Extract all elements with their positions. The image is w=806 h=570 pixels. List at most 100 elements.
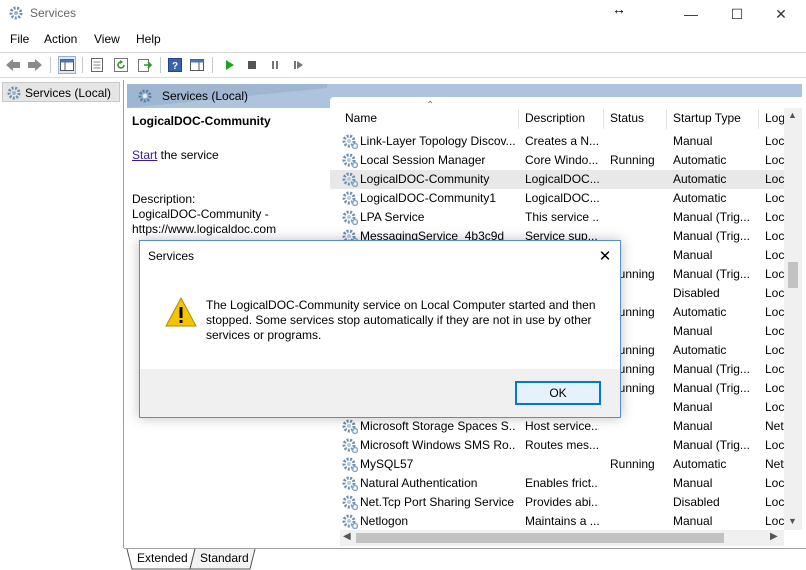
- cell-description: Enables frict...: [525, 476, 599, 490]
- table-row[interactable]: Netlogon Maintains a ... Manual Loc: [330, 512, 786, 531]
- cell-log-on-as: Loc: [765, 381, 785, 395]
- dialog-title: Services: [148, 249, 195, 263]
- vertical-scroll-thumb[interactable]: [788, 262, 798, 288]
- cell-startup-type: Manual: [673, 400, 713, 414]
- maximize-button[interactable]: ☐: [714, 0, 760, 28]
- column-headers: ⌃ Name Description Status Startup Type L…: [330, 100, 802, 129]
- tree-item-label: Services (Local): [25, 86, 112, 100]
- cell-name: Net.Tcp Port Sharing Service: [360, 495, 515, 509]
- col-header-name[interactable]: Name: [345, 111, 377, 125]
- console-tree: Services (Local): [0, 80, 124, 548]
- service-gear-icon: [342, 476, 358, 491]
- services-gear-icon: [9, 6, 23, 20]
- toolbar: ?: [0, 52, 806, 78]
- service-gear-icon: [342, 172, 358, 187]
- start-service-link[interactable]: Start: [132, 148, 157, 162]
- tab-standard[interactable]: Standard: [192, 550, 257, 568]
- cell-description: This service ...: [525, 210, 599, 224]
- close-button[interactable]: ✕: [758, 0, 804, 28]
- table-row[interactable]: Net.Tcp Port Sharing Service Provides abi…: [330, 493, 786, 512]
- cell-startup-type: Manual (Trig...: [673, 267, 750, 281]
- resize-cursor-icon: ↔: [612, 1, 626, 17]
- cell-name: Microsoft Storage Spaces S...: [360, 419, 515, 433]
- table-row[interactable]: Microsoft Storage Spaces S... Host servic…: [330, 417, 786, 436]
- cell-log-on-as: Loc: [765, 495, 785, 509]
- cell-status: Running: [610, 457, 655, 471]
- tab-extended[interactable]: Extended: [129, 550, 196, 568]
- cell-startup-type: Manual: [673, 419, 713, 433]
- scroll-up-icon[interactable]: ▲: [788, 110, 797, 120]
- dialog-message: The LogicalDOC-Community service on Loca…: [206, 298, 596, 342]
- forward-arrow-icon[interactable]: [26, 56, 44, 74]
- menu-help[interactable]: Help: [136, 32, 161, 46]
- description-text: LogicalDOC-Community - https://www.logic…: [132, 207, 277, 236]
- col-header-status[interactable]: Status: [610, 111, 644, 125]
- export-list-icon[interactable]: [136, 56, 154, 74]
- table-row[interactable]: LPA Service This service ... Manual (Trig.…: [330, 208, 786, 227]
- table-row[interactable]: LogicalDOC-Community LogicalDOC... Automat…: [330, 170, 786, 189]
- scroll-right-icon[interactable]: ▶: [770, 531, 778, 542]
- scroll-down-icon[interactable]: ▼: [788, 516, 797, 526]
- col-header-log-on-as[interactable]: Log: [765, 111, 785, 125]
- cell-startup-type: Manual (Trig...: [673, 210, 750, 224]
- cell-startup-type: Automatic: [673, 305, 727, 319]
- cell-startup-type: Manual: [673, 476, 713, 490]
- table-row[interactable]: Microsoft Windows SMS Ro... Routes mes...…: [330, 436, 786, 455]
- title-bar: Services ↔ — ☐ ✕: [0, 0, 806, 28]
- cell-log-on-as: Net: [765, 419, 784, 433]
- cell-name: Link-Layer Topology Discov...: [360, 134, 515, 148]
- service-gear-icon: [342, 210, 358, 225]
- table-row[interactable]: Natural Authentication Enables frict... Ma…: [330, 474, 786, 493]
- cell-startup-type: Manual: [673, 134, 713, 148]
- warning-icon: [165, 296, 197, 327]
- cell-description: Creates a N...: [525, 134, 599, 148]
- service-gear-icon: [342, 457, 358, 472]
- table-row[interactable]: LogicalDOC-Community1 LogicalDOC... Automa…: [330, 189, 786, 208]
- table-row[interactable]: MySQL57 Running Automatic Net: [330, 455, 786, 474]
- cell-startup-type: Disabled: [673, 286, 720, 300]
- menu-action[interactable]: Action: [44, 32, 77, 46]
- menu-view[interactable]: View: [94, 32, 120, 46]
- horizontal-scroll-thumb[interactable]: [356, 533, 724, 543]
- pause-service-icon[interactable]: [266, 56, 284, 74]
- services-gear-icon: [7, 86, 21, 100]
- stop-service-icon[interactable]: [243, 56, 261, 74]
- start-service-icon[interactable]: [220, 56, 238, 74]
- cell-startup-type: Disabled: [673, 495, 720, 509]
- cell-description: Provides abi...: [525, 495, 599, 509]
- dialog-close-button[interactable]: ✕: [594, 245, 616, 267]
- cell-log-on-as: Loc: [765, 305, 785, 319]
- menu-file[interactable]: File: [10, 32, 29, 46]
- properties-icon[interactable]: [88, 56, 106, 74]
- ok-button[interactable]: OK: [515, 381, 601, 405]
- cell-startup-type: Automatic: [673, 191, 727, 205]
- vertical-scrollbar[interactable]: ▲ ▼: [784, 108, 802, 530]
- cell-description: Core Windo...: [525, 153, 599, 167]
- start-suffix: the service: [157, 148, 219, 162]
- help-icon[interactable]: ?: [166, 56, 184, 74]
- cell-startup-type: Manual: [673, 514, 713, 528]
- sort-ascending-icon: ⌃: [426, 100, 435, 111]
- back-arrow-icon[interactable]: [4, 56, 22, 74]
- service-gear-icon: [342, 495, 358, 510]
- minimize-button[interactable]: —: [668, 0, 714, 28]
- tree-item-services-local[interactable]: Services (Local): [2, 82, 120, 102]
- cell-log-on-as: Loc: [765, 191, 785, 205]
- refresh-icon[interactable]: [112, 56, 130, 74]
- service-gear-icon: [342, 438, 358, 453]
- cell-startup-type: Automatic: [673, 172, 727, 186]
- show-hide-console-tree-icon[interactable]: [58, 56, 76, 74]
- description-label: Description:: [132, 192, 196, 206]
- cell-log-on-as: Net: [765, 457, 784, 471]
- table-row[interactable]: Link-Layer Topology Discov... Creates a N…: [330, 132, 786, 151]
- cell-status: Running: [610, 153, 655, 167]
- show-action-pane-icon[interactable]: [188, 56, 206, 74]
- menu-bar: File Action View Help: [0, 30, 806, 50]
- col-header-startup-type[interactable]: Startup Type: [673, 111, 741, 125]
- table-row[interactable]: Local Session Manager Core Windo... Runnin…: [330, 151, 786, 170]
- col-header-description[interactable]: Description: [525, 111, 585, 125]
- cell-startup-type: Automatic: [673, 457, 727, 471]
- service-gear-icon: [342, 514, 358, 529]
- resume-service-icon[interactable]: [289, 56, 307, 74]
- scroll-left-icon[interactable]: ◀: [343, 531, 351, 542]
